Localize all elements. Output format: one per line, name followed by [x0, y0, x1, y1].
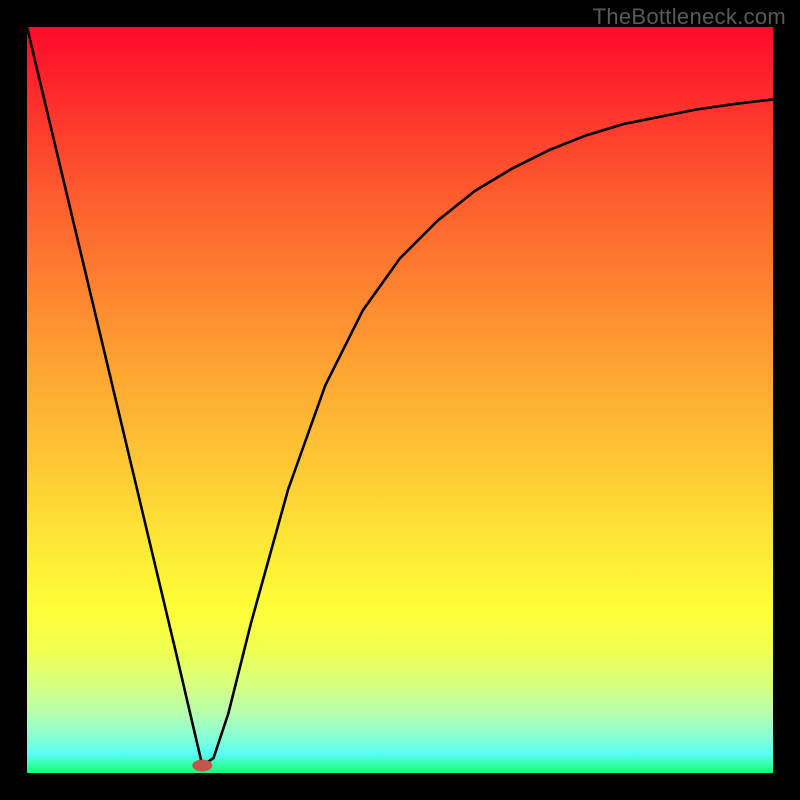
plot-area: [27, 27, 773, 773]
chart-frame: TheBottleneck.com: [0, 0, 800, 800]
chart-svg: [27, 27, 773, 773]
bottleneck-curve: [27, 27, 773, 766]
minimum-marker: [192, 760, 212, 772]
